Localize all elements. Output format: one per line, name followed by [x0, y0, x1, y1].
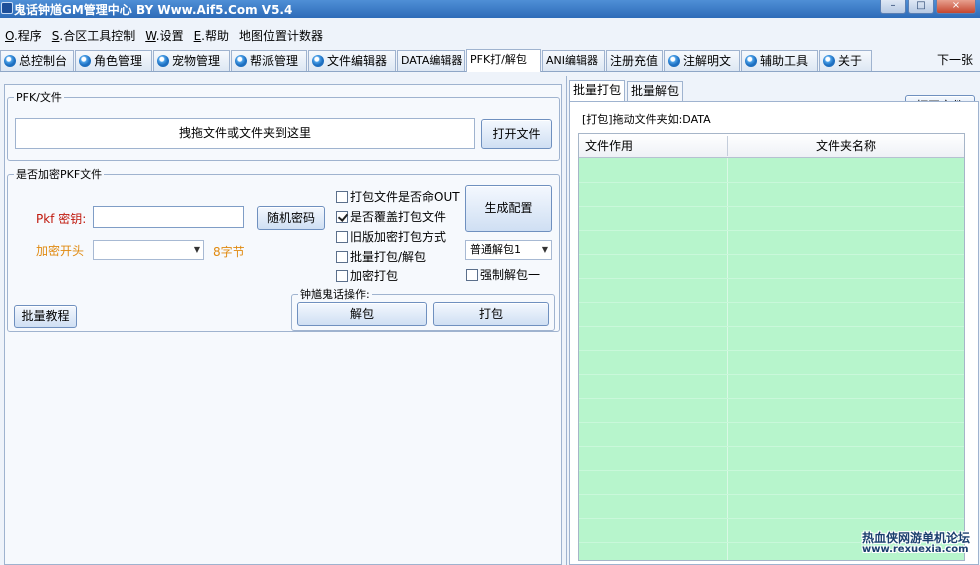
generate-config-button[interactable]: 生成配置	[465, 185, 552, 232]
pkf-key-label: Pkf 密钥:	[36, 212, 87, 226]
checkbox-force-unpack[interactable]: 强制解包一	[466, 267, 540, 283]
close-button[interactable]: ×	[936, 0, 976, 14]
grid-row-line	[579, 470, 964, 471]
tab-globe-icon	[668, 55, 680, 67]
tab-globe-icon	[745, 55, 757, 67]
tab-about[interactable]: 关于	[819, 50, 872, 71]
encrypt-header-select[interactable]: ▼	[93, 240, 204, 260]
tab-tools[interactable]: 辅助工具	[741, 50, 818, 71]
grid-row-line	[579, 278, 964, 279]
bytes-hint: 8字节	[213, 245, 245, 259]
grid-row-line	[579, 446, 964, 447]
tab-globe-icon	[79, 55, 91, 67]
batch-tutorial-button[interactable]: 批量教程	[14, 305, 77, 328]
main-window: 鬼话钟馗GM管理中心 BY Www.Aif5.Com V5.4 – □ × O.…	[0, 0, 980, 565]
ops-group-title: 钟馗鬼话操作:	[298, 286, 372, 302]
grid-row-line	[579, 326, 964, 327]
tab-globe-icon	[4, 55, 16, 67]
checkbox-box[interactable]	[336, 211, 348, 223]
next-image-label: 下一张	[937, 53, 974, 67]
checkbox-overwrite[interactable]: 是否覆盖打包文件	[336, 209, 446, 225]
tab-pets[interactable]: 宠物管理	[153, 50, 230, 71]
column-header-folder[interactable]: 文件夹名称	[816, 134, 876, 158]
grid-header: 文件作用 文件夹名称	[579, 134, 964, 158]
tab-guilds[interactable]: 帮派管理	[231, 50, 307, 71]
file-drop-zone[interactable]: 拽拖文件或文件夹到这里	[15, 118, 475, 149]
checkbox-pack-out[interactable]: 打包文件是否命OUT	[336, 189, 460, 205]
menu-merge-tools[interactable]: S.合区工具控制	[47, 26, 140, 46]
grid-row-line	[579, 182, 964, 183]
grid-row-line	[579, 422, 964, 423]
tab-data-editor[interactable]: DATA编辑器	[397, 50, 465, 71]
grid-row-line	[579, 230, 964, 231]
tab-pfk-pack[interactable]: PFK打/解包	[466, 49, 541, 72]
checkbox-box[interactable]	[336, 231, 348, 243]
window-title: 鬼话钟馗GM管理中心 BY Www.Aif5.Com V5.4	[14, 3, 293, 17]
menu-settings[interactable]: W.设置	[140, 26, 188, 46]
tab-console[interactable]: 总控制台	[0, 50, 74, 71]
tab-register[interactable]: 注册充值	[606, 50, 663, 71]
grid-row-line	[579, 398, 964, 399]
pfk-file-group-title: PFK/文件	[14, 89, 64, 105]
checkbox-box[interactable]	[466, 269, 478, 281]
tab-batch-unpack[interactable]: 批量解包	[627, 81, 684, 101]
main-tab-bar: 总控制台 角色管理 宠物管理 帮派管理 文件编辑器 DATA编辑器 PFK打/解…	[0, 49, 980, 72]
app-icon	[1, 2, 13, 14]
checkbox-box[interactable]	[336, 251, 348, 263]
tab-file-editor[interactable]: 文件编辑器	[308, 50, 396, 71]
window-controls: – □ ×	[878, 0, 976, 14]
random-password-button[interactable]: 随机密码	[257, 206, 325, 230]
tab-globe-icon	[157, 55, 169, 67]
menu-bar: O.程序 S.合区工具控制 W.设置 E.帮助 地图位置计数器	[0, 26, 328, 46]
title-bar[interactable]: 鬼话钟馗GM管理中心 BY Www.Aif5.Com V5.4 – □ ×	[0, 0, 980, 18]
grid-row-line	[579, 518, 964, 519]
batch-pack-body: [打包]拖动文件夹如:DATA 文件作用 文件夹名称	[569, 101, 979, 565]
tab-batch-pack[interactable]: 批量打包	[569, 80, 626, 102]
batch-folder-grid[interactable]: 文件作用 文件夹名称	[578, 133, 965, 561]
checkbox-encrypt-pack[interactable]: 加密打包	[336, 268, 398, 284]
batch-group-title: [打包]拖动文件夹如:DATA	[582, 113, 711, 126]
encrypt-group-title: 是否加密PKF文件	[14, 166, 105, 182]
menu-program[interactable]: O.程序	[0, 26, 47, 46]
encrypt-header-label: 加密开头	[36, 244, 85, 258]
pack-button[interactable]: 打包	[433, 302, 549, 326]
grid-row-line	[579, 374, 964, 375]
tab-annotation[interactable]: 注解明文	[664, 50, 740, 71]
tab-globe-icon	[823, 55, 835, 67]
tab-ani-editor[interactable]: ANI编辑器	[542, 50, 605, 71]
menu-help[interactable]: E.帮助	[189, 26, 234, 46]
grid-row-line	[579, 206, 964, 207]
maximize-button[interactable]: □	[908, 0, 934, 14]
chevron-down-icon: ▼	[193, 245, 200, 254]
unpack-button[interactable]: 解包	[297, 302, 427, 326]
grid-column-line	[727, 158, 728, 560]
checkbox-batch-pack[interactable]: 批量打包/解包	[336, 249, 426, 265]
pfk-panel: PFK/文件 拽拖文件或文件夹到这里 打开文件 是否加密PKF文件 Pkf 密钥…	[4, 84, 562, 565]
unpack-mode-select[interactable]: 普通解包1 ▼	[465, 240, 552, 260]
open-file-button[interactable]: 打开文件	[481, 119, 552, 149]
grid-row-line	[579, 254, 964, 255]
minimize-button[interactable]: –	[880, 0, 906, 14]
tab-globe-icon	[312, 55, 324, 67]
tab-globe-icon	[235, 55, 247, 67]
column-divider	[727, 136, 728, 156]
batch-panel: 批量打包 批量解包 打开文件 [打包]拖动文件夹如:DATA 文件作用 文件夹名…	[566, 76, 980, 565]
pkf-key-input[interactable]	[93, 206, 244, 228]
column-header-purpose[interactable]: 文件作用	[585, 134, 633, 158]
watermark-url: www.rexuexia.com	[862, 544, 969, 555]
grid-row-line	[579, 350, 964, 351]
checkbox-legacy-encrypt[interactable]: 旧版加密打包方式	[336, 229, 446, 245]
checkbox-box[interactable]	[336, 191, 348, 203]
tab-characters[interactable]: 角色管理	[75, 50, 152, 71]
grid-row-line	[579, 302, 964, 303]
menu-map-counter[interactable]: 地图位置计数器	[234, 26, 328, 46]
chevron-down-icon: ▼	[541, 245, 548, 254]
grid-row-line	[579, 494, 964, 495]
checkbox-box[interactable]	[336, 270, 348, 282]
